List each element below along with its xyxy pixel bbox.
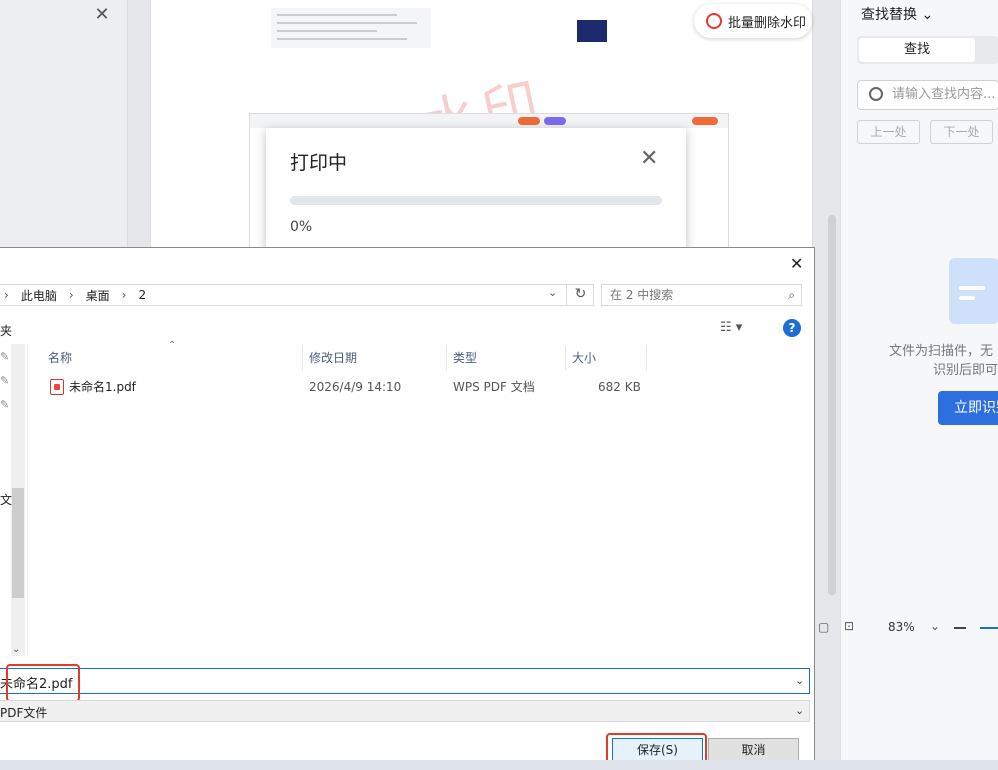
fit-page-icon[interactable]: ▢	[818, 620, 829, 634]
breadcrumb-separator-icon: ›	[4, 288, 9, 302]
file-size: 682 KB	[598, 380, 641, 394]
save-as-dialog: ✕ › 此电脑 › 桌面 › 2 ⌄ ↻ 在 2 中搜索 ⌕ 夹 ☷ ▾ ? ✎…	[0, 247, 815, 770]
scanned-document-icon	[949, 258, 998, 324]
filename-dropdown-icon[interactable]: ⌄	[795, 674, 804, 687]
left-panel	[0, 0, 128, 250]
filetype-select[interactable]: PDF文件 ⌄	[0, 700, 810, 722]
page-icon[interactable]: ⊡	[844, 619, 854, 633]
save-dialog-close-icon[interactable]: ✕	[790, 254, 803, 273]
scanned-file-message: 文件为扫描件，无 识别后即可	[889, 342, 998, 380]
ocr-now-button[interactable]: 立即识别	[938, 391, 998, 425]
nav-item-fragment[interactable]: 文	[0, 491, 12, 508]
folder-search-placeholder: 在 2 中搜索	[610, 288, 674, 302]
scanned-message-line2: 识别后即可	[933, 363, 998, 378]
pin-icon: ✎	[0, 398, 10, 411]
print-dialog-close-icon[interactable]: ✕	[640, 148, 658, 170]
filetype-value: PDF文件	[0, 706, 48, 720]
find-prev-button[interactable]: 上一处	[857, 120, 920, 144]
batch-remove-watermark-label: 批量删除水印	[728, 15, 807, 31]
address-bar[interactable]: › 此电脑 › 桌面 › 2 ⌄	[0, 284, 594, 306]
zoom-dropdown-icon[interactable]: ⌄	[930, 619, 940, 633]
watermark-icon	[706, 13, 722, 29]
search-icon: ⌕	[788, 288, 795, 302]
sort-arrow-icon: ⌃	[168, 340, 177, 351]
page-text-block	[271, 8, 431, 48]
zoom-level[interactable]: 83%	[888, 620, 915, 634]
page-image	[577, 20, 607, 42]
column-header-type[interactable]: 类型	[453, 346, 477, 370]
pin-icon: ✎	[0, 374, 10, 387]
cancel-button[interactable]: 取消	[708, 738, 799, 762]
column-header-modified[interactable]: 修改日期	[309, 346, 357, 370]
zoom-slider[interactable]	[980, 627, 998, 629]
search-icon	[869, 87, 883, 101]
new-folder-button[interactable]: 夹	[0, 322, 12, 339]
print-progress-percent: 0%	[290, 219, 313, 235]
pdf-file-icon	[50, 379, 64, 395]
find-tabs: 查找	[857, 36, 998, 64]
scanned-message-line1: 文件为扫描件，无	[889, 344, 994, 359]
breadcrumb-item[interactable]: 桌面	[86, 287, 110, 304]
file-modified: 2026/4/9 14:10	[309, 380, 402, 394]
column-header-name[interactable]: 名称	[48, 346, 72, 370]
file-name: 未命名1.pdf	[69, 380, 136, 394]
column-divider	[646, 346, 647, 370]
pin-icon: ✎	[0, 350, 10, 363]
taskbar	[0, 760, 998, 770]
chevron-down-icon: ⌄	[921, 7, 934, 23]
document-scrollbar[interactable]	[828, 215, 836, 595]
find-next-button[interactable]: 下一处	[930, 120, 993, 144]
print-progress-dialog: 打印中 ✕ 0%	[266, 128, 686, 250]
file-row[interactable]: 未命名1.pdf 2026/4/9 14:10 WPS PDF 文档 682 K…	[46, 376, 646, 398]
help-icon[interactable]: ?	[783, 319, 801, 337]
breadcrumb-separator-icon: ›	[68, 288, 74, 302]
status-bar-zoom: ▢ ⊡ 83% ⌄	[818, 614, 998, 642]
breadcrumb-separator-icon: ›	[121, 288, 127, 302]
tab-find[interactable]: 查找	[859, 38, 975, 62]
column-header-size[interactable]: 大小	[572, 346, 596, 370]
batch-remove-watermark-button[interactable]: 批量删除水印	[694, 4, 812, 38]
breadcrumb-item[interactable]: 2	[138, 288, 146, 302]
column-divider	[446, 346, 447, 370]
navigation-scroll-thumb[interactable]	[12, 488, 24, 598]
file-type: WPS PDF 文档	[453, 380, 535, 394]
nav-scroll-down-icon[interactable]: ⌄	[12, 644, 20, 655]
find-replace-title-label: 查找替换	[861, 7, 917, 23]
address-dropdown-icon[interactable]: ⌄	[548, 286, 557, 299]
refresh-icon[interactable]: ↻	[566, 284, 594, 306]
print-dialog-title: 打印中	[290, 152, 348, 174]
filetype-dropdown-icon[interactable]: ⌄	[795, 704, 804, 717]
view-options-icon[interactable]: ☷ ▾	[720, 320, 742, 335]
column-divider	[565, 346, 566, 370]
breadcrumb-item[interactable]: 此电脑	[21, 287, 57, 304]
print-progress-bar	[290, 196, 662, 205]
column-divider	[302, 346, 303, 370]
folder-search-input[interactable]: 在 2 中搜索 ⌕	[601, 284, 802, 306]
find-replace-title[interactable]: 查找替换 ⌄	[861, 4, 933, 24]
zoom-out-icon[interactable]	[954, 627, 966, 629]
find-replace-pane: 查找替换 ⌄ 查找 请输入查找内容... 上一处 下一处 文件为扫描件，无 识别…	[840, 0, 998, 770]
panel-close-icon[interactable]: ✕	[93, 6, 111, 24]
filename-highlight	[6, 664, 80, 702]
filename-input[interactable]: 未命名2.pdf ⌄	[0, 668, 810, 694]
